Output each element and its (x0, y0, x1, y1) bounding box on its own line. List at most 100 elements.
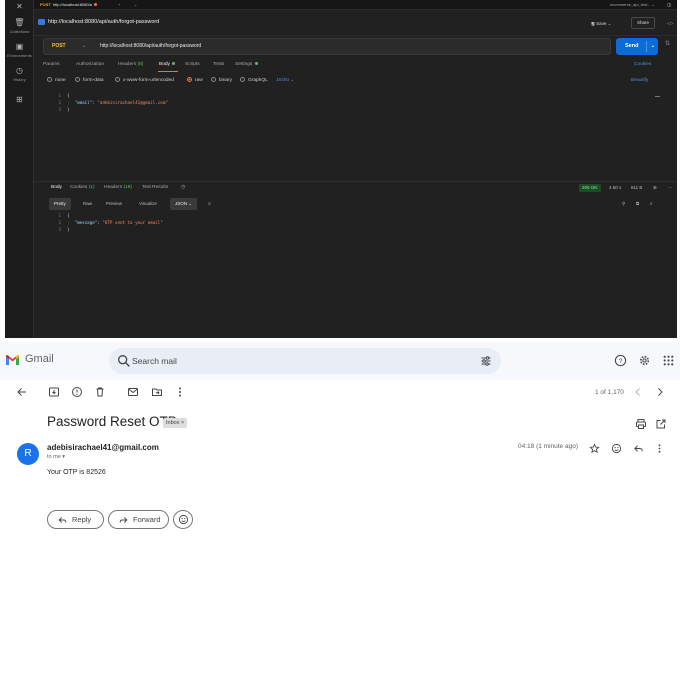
open-request-tab[interactable]: POST http://localhost:8080/a (36, 1, 101, 9)
view-raw[interactable]: Raw (78, 198, 97, 210)
radio-graphql[interactable]: GraphQL (240, 76, 268, 86)
star-icon[interactable] (589, 443, 600, 454)
gmail-logo-text[interactable]: Gmail (25, 353, 54, 365)
search-options-icon[interactable] (480, 355, 492, 367)
resp-tab-cookies[interactable]: Cookies (1) (70, 182, 95, 194)
tab-body[interactable]: Body (159, 60, 176, 70)
environment-selector[interactable]: ecommerce_api_test... ⌄ (610, 1, 655, 9)
history-icon: ◷ (16, 66, 23, 75)
vertical-swap-icon[interactable]: ⇅ (665, 40, 670, 47)
radio-none[interactable]: none (47, 76, 66, 86)
chevron-down-icon[interactable]: ⌄ (82, 39, 86, 54)
tab-tests[interactable]: Tests (213, 60, 224, 70)
view-pretty[interactable]: Pretty (49, 198, 71, 210)
code-line: 1{ (58, 93, 70, 98)
mark-unread-icon[interactable] (127, 386, 139, 398)
print-icon[interactable] (635, 418, 647, 430)
editor-scrollbar[interactable] (655, 96, 660, 97)
cookies-link[interactable]: Cookies (634, 60, 651, 70)
gmail-logo-icon[interactable] (6, 355, 19, 365)
open-new-window-icon[interactable] (655, 418, 667, 430)
view-preview[interactable]: Preview (101, 198, 127, 210)
settings-gear-icon[interactable] (638, 354, 651, 367)
resp-tab-test-results[interactable]: Test Results (142, 182, 168, 194)
chevron-down-icon[interactable]: ⌄ (651, 38, 655, 55)
tab-headers[interactable]: Headers (8) (118, 60, 143, 70)
search-icon[interactable]: ⌕ (645, 198, 658, 210)
url-input[interactable]: http://localhost:8080/api/auth/forgot-pa… (100, 39, 201, 54)
response-size[interactable]: 611 B (631, 182, 642, 194)
radio-raw[interactable]: raw (187, 76, 203, 86)
inbox-label-chip[interactable]: Inbox × (163, 418, 188, 428)
tab-authorization[interactable]: Authorization (76, 60, 104, 70)
status-badge[interactable]: 200 OK (579, 184, 601, 192)
tab-scripts[interactable]: Scripts (185, 60, 200, 70)
move-to-icon[interactable] (151, 386, 163, 398)
request-title[interactable]: http://localhost:8080/api/auth/forgot-pa… (48, 19, 159, 25)
tabs-dropdown-icon[interactable]: ⌄ (130, 1, 141, 9)
method-select[interactable]: POST (52, 39, 66, 54)
radio-urlencoded[interactable]: x-www-form-urlencoded (115, 76, 174, 86)
resp-tab-headers[interactable]: Headers (18) (104, 182, 132, 194)
avatar[interactable]: R (17, 443, 39, 465)
response-time[interactable]: 4.50 s (609, 182, 621, 194)
active-tab-underline (158, 71, 178, 72)
save-button[interactable]: 🖫 Save ⌄ (586, 17, 616, 30)
reply-icon[interactable] (633, 443, 644, 454)
resp-tab-body[interactable]: Body (51, 182, 62, 194)
request-body-editor[interactable]: 1{ 2 | "email": "adebisirachael41@gmail.c… (47, 92, 663, 177)
forward-button[interactable]: Forward (108, 510, 169, 529)
search-icon[interactable] (116, 353, 132, 369)
format-select[interactable]: JSON ⌄ (170, 198, 198, 210)
recipient-details-toggle[interactable]: to me ▾ (47, 454, 65, 460)
more-vertical-icon[interactable] (654, 443, 665, 454)
emoji-react-icon[interactable] (611, 443, 622, 454)
apps-grid-icon[interactable] (662, 354, 675, 367)
reply-button[interactable]: Reply (47, 510, 104, 529)
search-input[interactable]: Search mail (132, 348, 177, 374)
newer-chevron-icon[interactable] (632, 386, 644, 398)
gmail-header: Gmail Search mail ? (0, 342, 680, 380)
tab-params[interactable]: Params (43, 60, 60, 70)
sender-email[interactable]: adebisirachael41@gmail.com (47, 443, 159, 452)
request-tabs: Params Authorization Headers (8) Body Sc… (43, 60, 663, 70)
share-button[interactable]: Share (631, 17, 656, 29)
globe-icon[interactable]: ⊕ (653, 182, 657, 194)
environments-icon: ▣ (15, 42, 24, 51)
back-arrow-icon[interactable] (16, 386, 28, 398)
response-view-toolbar: Pretty Raw Preview Visualize JSON ⌄ ≡ ⚲ … (49, 198, 663, 210)
copy-icon[interactable]: ⧉ (631, 198, 644, 210)
help-icon[interactable]: ? (614, 354, 627, 367)
code-snippet-icon[interactable]: </> (662, 17, 677, 30)
http-request-icon (38, 19, 45, 25)
history-icon[interactable]: ◷ (181, 182, 185, 194)
response-body-viewer[interactable]: 1{ 2 | "message": "OTP sent to your email… (47, 212, 447, 252)
more-options-icon[interactable]: ··· (668, 182, 673, 194)
archive-icon[interactable] (48, 386, 60, 398)
rail-collections[interactable]: 🗑 Collections (5, 18, 34, 34)
tab-settings[interactable]: Settings (235, 60, 258, 70)
user-menu-icon[interactable]: ✕ (5, 2, 34, 13)
postman-window: ✕ 🗑 Collections ▣ Environments ◷ History… (5, 0, 677, 338)
link-icon[interactable]: ⚲ (617, 198, 630, 210)
report-spam-icon[interactable] (71, 386, 83, 398)
more-vertical-icon[interactable] (174, 386, 186, 398)
view-visualize[interactable]: Visualize (134, 198, 162, 210)
send-button[interactable]: Send ⌄ (616, 38, 658, 55)
rail-history[interactable]: ◷ History (5, 66, 34, 82)
rail-environments[interactable]: ▣ Environments (5, 42, 34, 58)
search-bar[interactable]: Search mail (109, 348, 501, 374)
radio-form-data[interactable]: form-data (75, 76, 104, 86)
environment-quicklook-icon[interactable]: ◫ (663, 1, 675, 9)
delete-icon[interactable] (94, 386, 106, 398)
emoji-react-button[interactable] (173, 510, 193, 529)
beautify-link[interactable]: Beautify (631, 76, 648, 86)
rail-more[interactable]: ⊞ (5, 95, 34, 106)
raw-format-select[interactable]: JSON ⌄ (276, 76, 294, 86)
radio-binary[interactable]: binary (211, 76, 232, 86)
new-tab-plus-icon[interactable]: + (114, 1, 124, 9)
wrap-lines-icon[interactable]: ≡ (203, 198, 216, 210)
url-bar: POST ⌄ http://localhost:8080/api/auth/fo… (43, 38, 611, 55)
older-chevron-icon[interactable] (654, 386, 666, 398)
gmail-window: Gmail Search mail ? 1 of 1,170 Password … (0, 342, 680, 680)
